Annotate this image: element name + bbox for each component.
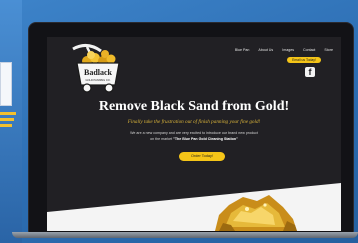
white-diagonal-band [47,183,341,231]
background-panel [0,0,22,243]
laptop-frame: Badlack GOLD PANNING CO. Blue Pan About … [28,22,354,234]
background-label-box [0,62,12,106]
hero-footer-area [47,183,341,231]
laptop-base [12,232,358,238]
background-accent-stripe [0,118,14,121]
website-screen: Badlack GOLD PANNING CO. Blue Pan About … [47,37,341,231]
background-accent-stripe [0,124,12,127]
background-accent-stripe [0,112,16,115]
